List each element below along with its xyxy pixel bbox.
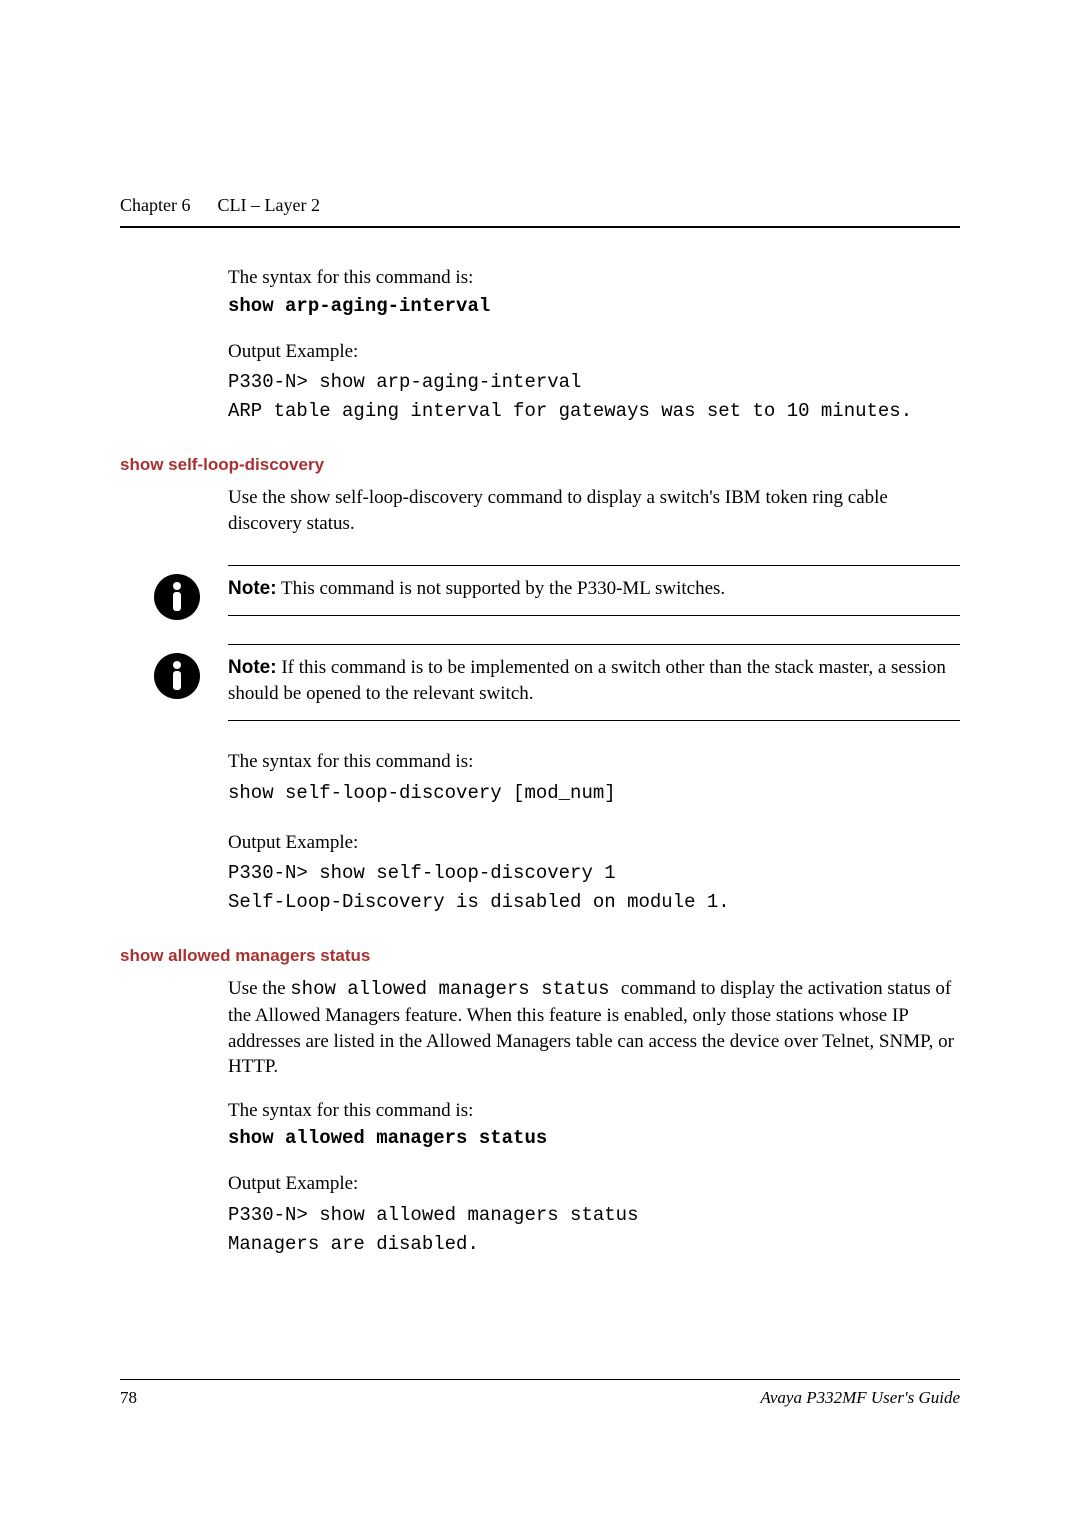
page-number: 78 <box>120 1388 137 1408</box>
info-icon <box>154 574 200 620</box>
output-label: Output Example: <box>228 1171 960 1197</box>
syntax-intro: The syntax for this command is: <box>228 265 960 291</box>
allowed-intro-block: Use the show allowed managers status com… <box>228 976 960 1258</box>
output-line: P330-N> show self-loop-discovery 1 <box>228 859 960 888</box>
note-body: Note: This command is not supported by t… <box>228 566 960 616</box>
note-text: Note: If this command is to be implement… <box>228 655 960 706</box>
running-head-text: Chapter 6 CLI – Layer 2 <box>120 195 960 226</box>
info-icon <box>154 653 200 699</box>
selfloop-intro-block: Use the show self-loop-discovery command… <box>228 485 960 536</box>
header-rule <box>120 226 960 228</box>
note-body: Note: If this command is to be implement… <box>228 645 960 720</box>
doc-title: Avaya P332MF User's Guide <box>760 1388 960 1408</box>
output-line: ARP table aging interval for gateways wa… <box>228 397 960 426</box>
page: Chapter 6 CLI – Layer 2 The syntax for t… <box>0 0 1080 1528</box>
note-text: Note: This command is not supported by t… <box>228 576 725 602</box>
syntax-intro: The syntax for this command is: <box>228 749 960 775</box>
output-label: Output Example: <box>228 830 960 856</box>
body: The syntax for this command is: show arp… <box>120 265 960 1258</box>
syntax-command: show self-loop-discovery [mod_num] <box>228 779 960 808</box>
section-heading-self-loop: show self-loop-discovery <box>120 455 960 475</box>
arp-section: The syntax for this command is: show arp… <box>228 265 960 425</box>
output-label: Output Example: <box>228 339 960 365</box>
note-block: Note: This command is not supported by t… <box>228 565 960 617</box>
selfloop-syntax: The syntax for this command is: show sel… <box>228 749 960 916</box>
chapter-title: CLI – Layer 2 <box>217 195 319 215</box>
running-head: Chapter 6 CLI – Layer 2 <box>120 195 960 228</box>
output-line: P330-N> show allowed managers status <box>228 1201 960 1230</box>
syntax-command: show arp-aging-interval <box>228 295 960 317</box>
note-rule <box>228 720 960 721</box>
intro-prefix: Use the <box>228 978 290 999</box>
syntax-command: show allowed managers status <box>228 1127 960 1149</box>
note-label: Note: <box>228 657 277 678</box>
footer-rule <box>120 1379 960 1380</box>
footer-row: 78 Avaya P332MF User's Guide <box>120 1388 960 1408</box>
footer: 78 Avaya P332MF User's Guide <box>120 1379 960 1408</box>
allowed-intro: Use the show allowed managers status com… <box>228 976 960 1080</box>
output-line: Self-Loop-Discovery is disabled on modul… <box>228 888 960 917</box>
note-content: This command is not supported by the P33… <box>277 578 726 599</box>
inline-command: show allowed managers status <box>290 978 621 1000</box>
selfloop-intro: Use the show self-loop-discovery command… <box>228 485 960 536</box>
section-heading-allowed-managers: show allowed managers status <box>120 946 960 966</box>
output-line: P330-N> show arp-aging-interval <box>228 368 960 397</box>
output-line: Managers are disabled. <box>228 1230 960 1259</box>
note-rule <box>228 615 960 616</box>
note-label: Note: <box>228 578 277 599</box>
note-block: Note: If this command is to be implement… <box>228 644 960 721</box>
syntax-intro: The syntax for this command is: <box>228 1098 960 1124</box>
note-content: If this command is to be implemented on … <box>228 657 946 704</box>
chapter-number: Chapter 6 <box>120 195 190 215</box>
